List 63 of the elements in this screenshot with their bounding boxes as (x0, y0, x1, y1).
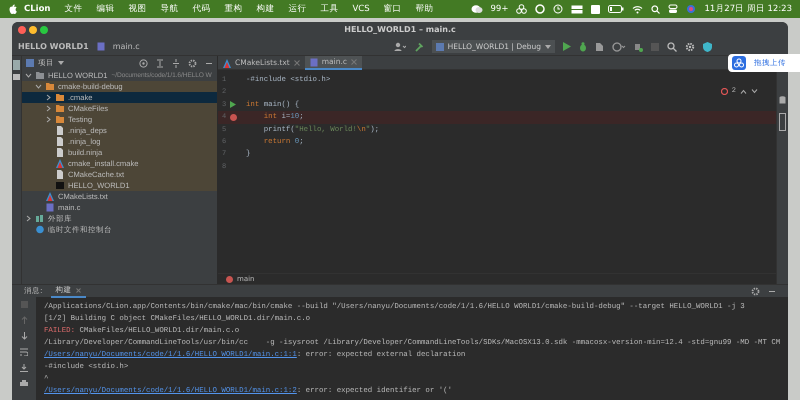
cmake-file-icon (56, 159, 64, 168)
notification-count: 99+ (490, 2, 508, 16)
wifi-icon[interactable] (632, 4, 644, 14)
error-icon (720, 88, 728, 95)
chat-icon[interactable] (470, 4, 483, 14)
clock-icon[interactable] (553, 4, 564, 14)
close-icon[interactable] (76, 288, 81, 292)
window-title: HELLO_WORLD1 – main.c (344, 24, 456, 36)
window-close-button[interactable] (18, 26, 26, 34)
menu-item[interactable]: 代码 (185, 2, 218, 16)
menu-item[interactable]: 编辑 (89, 2, 122, 16)
window-zoom-button[interactable] (40, 26, 48, 34)
battery-icon (608, 5, 624, 13)
run-icon[interactable] (563, 42, 571, 51)
caret-icon[interactable] (58, 61, 64, 65)
caret-icon (545, 44, 551, 48)
shield-icon[interactable] (703, 42, 712, 52)
menu-item[interactable]: 文件 (57, 2, 90, 16)
library-icon (36, 214, 44, 223)
down-arrow-icon[interactable] (20, 332, 28, 340)
search-icon[interactable] (667, 42, 677, 52)
settings-icon[interactable] (188, 58, 197, 68)
profiler-icon[interactable] (612, 42, 626, 52)
locate-icon[interactable] (139, 58, 148, 68)
apple-logo-icon (8, 4, 17, 14)
chevron-up-icon[interactable] (740, 88, 747, 94)
menu-clock: 11月27日 周日 12:23 (704, 2, 792, 16)
control-center-icon[interactable] (668, 4, 678, 14)
run-icon[interactable] (230, 101, 236, 108)
hammer-icon[interactable] (414, 42, 424, 52)
bug-icon[interactable] (579, 42, 587, 52)
menu-item[interactable]: 构建 (249, 2, 282, 16)
menu-item[interactable]: 视图 (121, 2, 154, 16)
menu-item[interactable]: VCS (345, 2, 377, 16)
breakpoint-icon[interactable] (230, 114, 238, 121)
panel-icon[interactable] (779, 113, 786, 131)
menu-item[interactable]: 导航 (153, 2, 186, 16)
wrap-icon[interactable] (20, 348, 28, 356)
file-icon (56, 170, 64, 179)
breadcrumb-item[interactable]: HELLO WORLD1 (18, 40, 89, 52)
menu-item[interactable]: 运行 (281, 2, 314, 16)
window-minimize-button[interactable] (29, 26, 37, 34)
chevron-down-icon[interactable] (751, 88, 758, 94)
menu-item[interactable]: 工具 (313, 2, 346, 16)
expand-all-icon[interactable] (156, 58, 164, 68)
settings-icon[interactable] (751, 286, 760, 296)
print-icon[interactable] (20, 380, 28, 388)
search-icon[interactable] (651, 4, 660, 14)
grid-icon[interactable] (571, 4, 584, 14)
close-icon[interactable] (294, 60, 300, 66)
collapse-all-icon[interactable] (172, 58, 180, 68)
breadcrumb-item[interactable]: main.c (112, 40, 140, 52)
menu-item[interactable]: 窗口 (376, 2, 409, 16)
circle-icon[interactable] (535, 4, 546, 14)
chevron-right-icon[interactable] (25, 215, 32, 222)
menu-item[interactable]: CLion (17, 2, 58, 16)
cmake-file-icon (223, 58, 231, 68)
menu-item[interactable]: 帮助 (408, 2, 441, 16)
settings-icon[interactable] (685, 42, 695, 52)
cmake-file-icon (46, 192, 54, 201)
user-icon[interactable] (394, 42, 406, 51)
menu-item[interactable]: 重构 (217, 2, 250, 16)
scroll-end-icon[interactable] (20, 364, 28, 372)
